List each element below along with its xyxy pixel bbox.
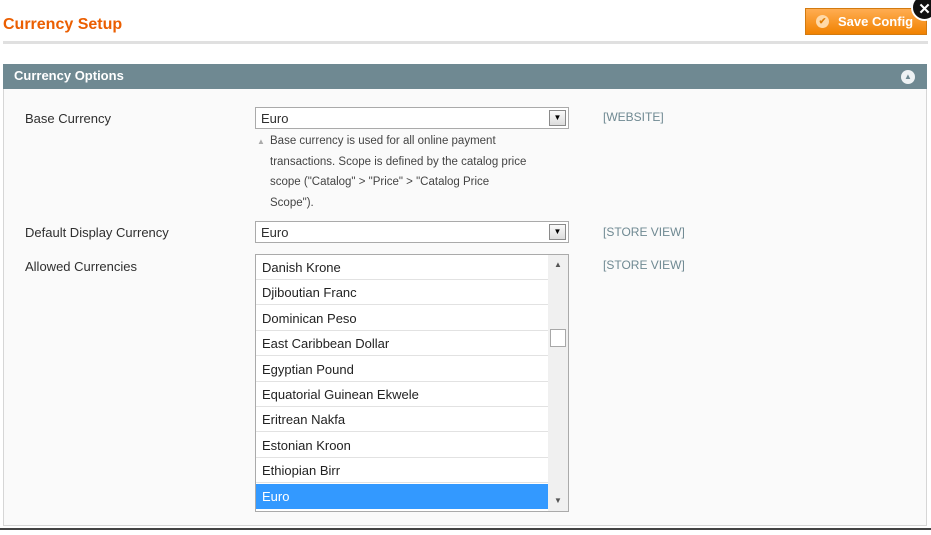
currency-option[interactable]: Djiboutian Franc (256, 280, 548, 305)
currency-options-header[interactable]: Currency Options ▲ (3, 64, 927, 89)
currency-option[interactable]: Danish Krone (256, 255, 548, 280)
base-currency-select[interactable]: Euro ▼ (255, 107, 569, 129)
default-display-currency-scope: [STORE VIEW] (603, 225, 685, 239)
currency-option[interactable]: Egyptian Pound (256, 357, 548, 382)
base-currency-hint: Base currency is used for all online pay… (270, 131, 575, 213)
default-display-currency-select[interactable]: Euro ▼ (255, 221, 569, 243)
allowed-currencies-label: Allowed Currencies (25, 259, 137, 274)
currency-option[interactable]: Dominican Peso (256, 306, 548, 331)
chevron-up-icon[interactable]: ▲ (901, 70, 915, 84)
base-currency-label: Base Currency (25, 111, 111, 126)
hint-line: transactions. Scope is defined by the ca… (270, 155, 527, 168)
allowed-currencies-scope: [STORE VIEW] (603, 258, 685, 272)
save-config-label: Save Config (838, 14, 914, 29)
triangle-up-icon: ▲ (257, 137, 265, 146)
hint-line: Scope"). (270, 196, 314, 209)
list-scrollbar[interactable]: ▲ ▼ (548, 255, 568, 511)
base-currency-value: Euro (261, 111, 289, 126)
section-title: Currency Options (14, 68, 124, 83)
bottom-divider (0, 528, 931, 535)
title-divider (3, 41, 928, 44)
check-circle-icon: ✔ (816, 15, 829, 28)
hint-line: Base currency is used for all online pay… (270, 135, 496, 147)
currency-option[interactable]: Ethiopian Birr (256, 458, 548, 483)
hint-line: scope ("Catalog" > "Price" > "Catalog Pr… (270, 176, 490, 188)
default-display-currency-label: Default Display Currency (25, 225, 169, 240)
chevron-down-icon[interactable]: ▼ (549, 110, 566, 126)
base-currency-scope: [WEBSITE] (603, 110, 664, 124)
currency-option[interactable]: Estonian Kroon (256, 433, 548, 458)
scroll-thumb[interactable] (550, 329, 566, 347)
chevron-down-icon[interactable]: ▼ (549, 224, 566, 240)
save-config-button[interactable]: ✔ Save Config (805, 8, 927, 35)
allowed-currencies-multiselect[interactable]: Danish Krone Djiboutian Franc Dominican … (255, 254, 569, 512)
currency-option-selected[interactable]: Euro (256, 484, 548, 509)
scroll-down-icon[interactable]: ▼ (548, 493, 568, 509)
default-display-currency-value: Euro (261, 225, 289, 240)
currency-option[interactable]: Eritrean Nakfa (256, 407, 548, 432)
page-title: Currency Setup (3, 16, 123, 33)
currency-option[interactable]: East Caribbean Dollar (256, 331, 548, 356)
scroll-up-icon[interactable]: ▲ (548, 257, 568, 273)
currency-option[interactable]: Equatorial Guinean Ekwele (256, 382, 548, 407)
